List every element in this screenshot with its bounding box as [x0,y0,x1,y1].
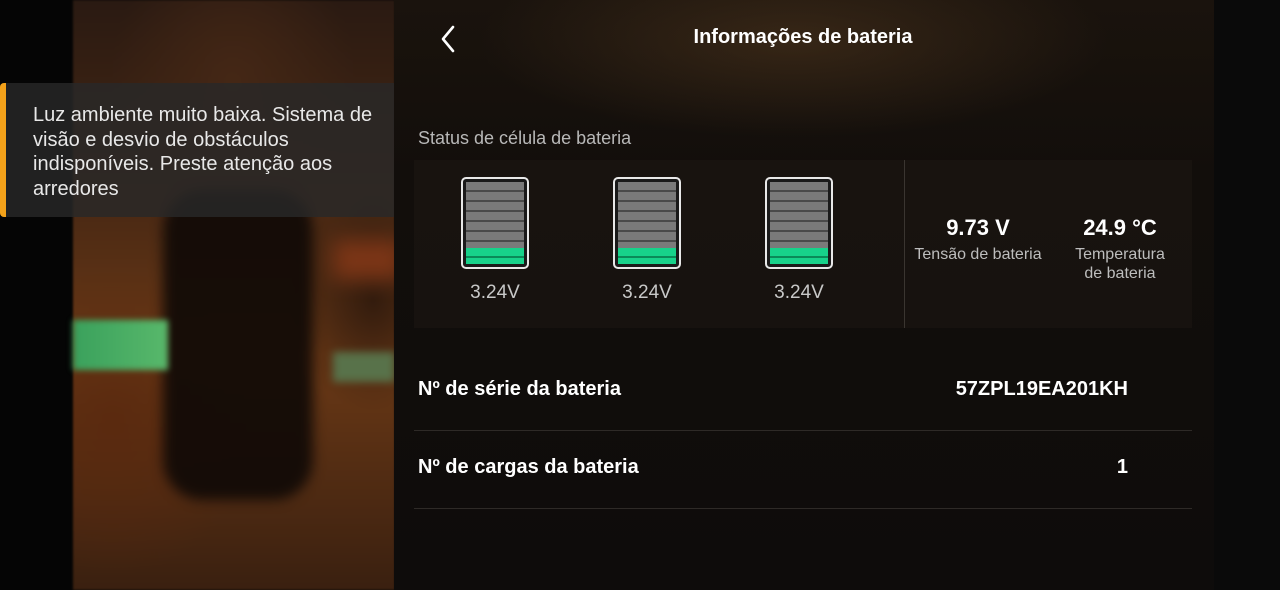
battery-temperature-stat: 24.9 °C Temperatura de bateria [1054,215,1186,283]
battery-cell-3: 3.24V [757,177,837,307]
charge-count-label: Nº de cargas da bateria [418,456,639,478]
serial-number-label: Nº de série da bateria [418,378,621,400]
battery-cell-icon [461,177,529,269]
battery-cell-icon [613,177,681,269]
chevron-left-icon [441,25,455,53]
back-button[interactable] [434,22,464,56]
card-divider [904,160,905,328]
serial-number-value: 57ZPL19EA201KH [955,378,1128,400]
right-edge-bar [1214,0,1280,590]
battery-temperature-label: Temperatura de bateria [1075,246,1165,282]
page-title: Informações de bateria [693,26,913,48]
charge-count-row: Nº de cargas da bateria 1 [414,430,1192,509]
camera-blur-object [163,190,313,500]
camera-blur-green-light [73,320,168,370]
battery-cell-1: 3.24V [453,177,533,307]
battery-temperature-value: 24.9 °C [1083,215,1157,240]
camera-blur-green-light-2 [333,352,395,382]
battery-voltage-label: Tensão de bateria [914,246,1042,263]
camera-blur-glow [333,240,403,280]
battery-cells-card: 3.24V 3.24V 3.24V 9.73 V Tensão de bater… [414,160,1192,328]
low-light-warning-toast: Luz ambiente muito baixa. Sistema de vis… [0,83,394,217]
cell-voltage: 3.24V [470,282,520,303]
battery-cell-2: 3.24V [605,177,685,307]
battery-voltage-value: 9.73 V [946,215,1010,240]
battery-info-panel: Informações de bateria Status de célula … [394,0,1214,590]
battery-cell-icon [765,177,833,269]
battery-voltage-stat: 9.73 V Tensão de bateria [908,215,1048,264]
serial-number-row: Nº de série da bateria 57ZPL19EA201KH [414,352,1192,431]
warning-text: Luz ambiente muito baixa. Sistema de vis… [33,104,373,200]
charge-count-value: 1 [1116,456,1128,478]
cell-voltage: 3.24V [622,282,672,303]
cell-voltage: 3.24V [774,282,824,303]
cells-section-label: Status de célula de bateria [418,128,632,148]
